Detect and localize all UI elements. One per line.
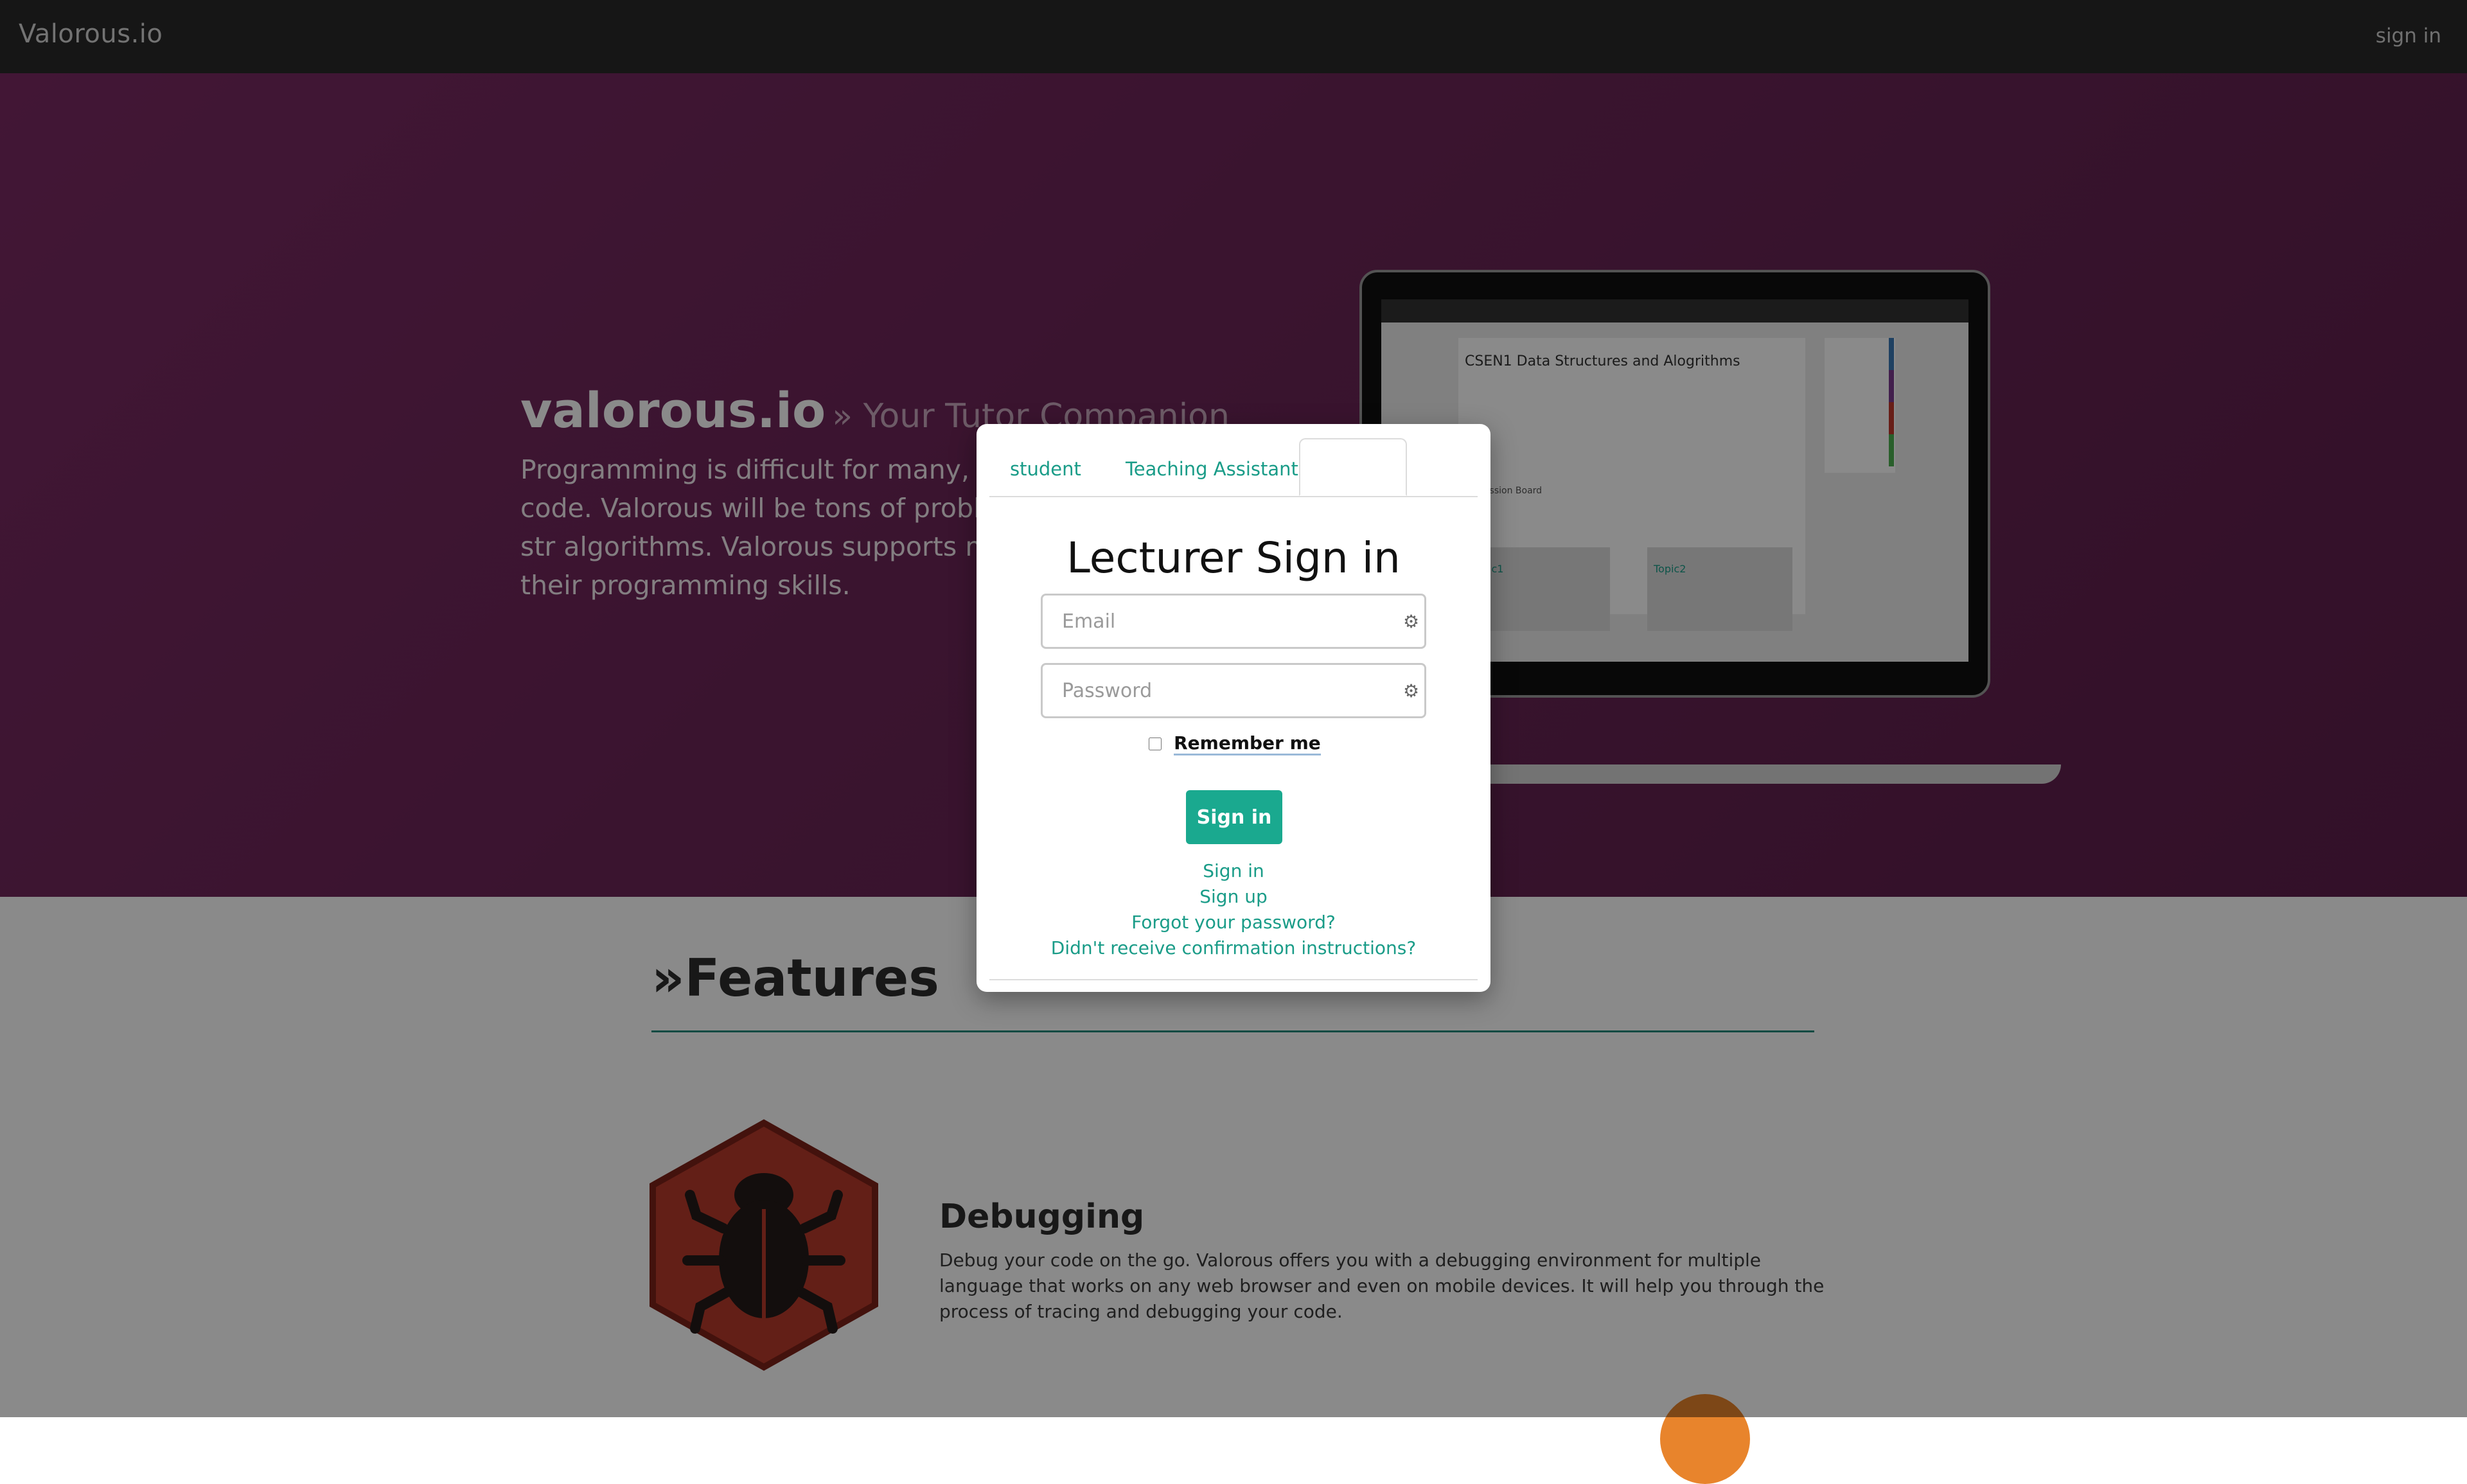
confirmation-instructions-link[interactable]: Didn't receive confirmation instructions… (977, 935, 1490, 961)
role-tabs: student Teaching Assistant (989, 438, 1478, 497)
password-field[interactable] (1041, 663, 1426, 718)
auth-links: Sign in Sign up Forgot your password? Di… (977, 858, 1490, 961)
password-manager-icon[interactable]: ⚙ (1403, 613, 1421, 631)
remember-me-row: Remember me (977, 732, 1490, 755)
signin-button[interactable]: Sign in (1186, 790, 1282, 844)
forgot-password-link[interactable]: Forgot your password? (977, 910, 1490, 935)
email-field[interactable] (1041, 594, 1426, 649)
remember-me-label[interactable]: Remember me (1174, 732, 1321, 755)
password-manager-icon[interactable]: ⚙ (1403, 682, 1421, 700)
signin-link[interactable]: Sign in (977, 858, 1490, 884)
remember-me-checkbox[interactable] (1149, 738, 1162, 750)
modal-title: Lecturer Sign in (1066, 533, 1401, 583)
tab-lecturer[interactable] (1299, 438, 1407, 496)
modal-divider (989, 979, 1478, 980)
tab-student[interactable]: student (1010, 438, 1081, 496)
signin-modal: student Teaching Assistant Lecturer Sign… (977, 424, 1490, 992)
signup-link[interactable]: Sign up (977, 884, 1490, 910)
tab-teaching-assistant[interactable]: Teaching Assistant (1126, 438, 1298, 496)
